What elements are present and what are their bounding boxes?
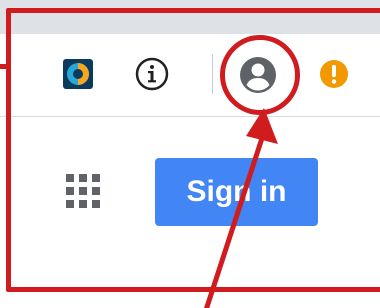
annotation-highlight-circle [220, 35, 300, 115]
apps-grid-graphic [66, 174, 100, 208]
sign-in-button[interactable]: Sign in [155, 158, 318, 226]
extension-icon[interactable] [62, 58, 94, 90]
extension-icon-graphic [63, 59, 93, 89]
warning-icon-graphic [320, 60, 348, 88]
info-icon-graphic [135, 57, 169, 91]
toolbar-separator [212, 54, 213, 94]
screenshot-stage: Sign in [0, 0, 380, 308]
browser-tab-strip [0, 0, 380, 34]
annotation-frame-stub [0, 64, 10, 69]
apps-grid-icon[interactable] [64, 172, 102, 210]
info-icon[interactable] [134, 56, 170, 92]
exclamation-warning-icon[interactable] [318, 58, 350, 90]
